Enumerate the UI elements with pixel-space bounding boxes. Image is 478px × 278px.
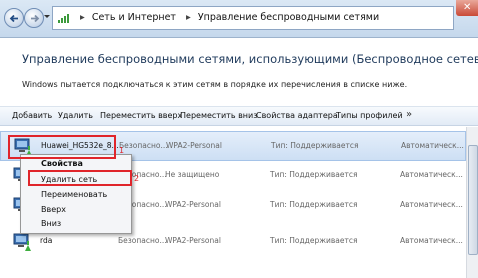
network-mode: Автоматическ... bbox=[400, 236, 463, 245]
network-mode: Автоматическ... bbox=[400, 170, 463, 179]
menu-item-rename[interactable]: Переименовать bbox=[41, 190, 107, 199]
close-icon: ✕ bbox=[463, 2, 472, 13]
network-type: Тип: Поддерживается bbox=[271, 141, 359, 150]
forward-arrow-icon bbox=[31, 14, 40, 23]
network-type: Тип: Поддерживается bbox=[270, 200, 358, 209]
remove-button[interactable]: Удалить bbox=[58, 111, 93, 120]
context-menu: Свойства Удалить сеть Переименовать Ввер… bbox=[20, 154, 132, 234]
page-title: Управление беспроводными сетями, использ… bbox=[22, 52, 478, 66]
network-type: Тип: Поддерживается bbox=[270, 236, 358, 245]
annotation-box-network bbox=[8, 135, 116, 159]
network-name: rda bbox=[40, 236, 53, 245]
profile-types-button[interactable]: Типы профилей bbox=[336, 111, 403, 120]
breadcrumb-item-manage-wireless[interactable]: Управление беспроводными сетями bbox=[198, 12, 379, 23]
move-down-button[interactable]: Переместить вниз bbox=[180, 111, 257, 120]
back-arrow-icon bbox=[9, 14, 18, 23]
add-button[interactable]: Добавить bbox=[12, 111, 52, 120]
manage-wireless-networks-window: ▸ Сеть и Интернет ▸ Управление беспровод… bbox=[0, 0, 478, 278]
network-auth: WPA2-Personal bbox=[165, 236, 221, 245]
toolbar-overflow-icon[interactable]: » bbox=[406, 109, 412, 120]
page-description: Windows пытается подключаться к этим сет… bbox=[22, 80, 408, 89]
network-auth: Не защищено bbox=[165, 170, 220, 179]
scrollbar-thumb[interactable] bbox=[468, 145, 478, 255]
network-folder-icon bbox=[58, 14, 69, 23]
network-mode: Автоматическ... bbox=[401, 141, 464, 150]
annotation-marker-2: 2 bbox=[134, 174, 140, 183]
breadcrumb-separator: ▸ bbox=[80, 12, 85, 23]
breadcrumb[interactable]: ▸ Сеть и Интернет ▸ Управление беспровод… bbox=[52, 6, 454, 30]
network-security: Безопасно... bbox=[119, 141, 168, 150]
menu-item-move-down[interactable]: Вниз bbox=[41, 219, 61, 228]
adapter-properties-button[interactable]: Свойства адаптера bbox=[256, 111, 338, 120]
network-auth: WPA2-Personal bbox=[166, 141, 222, 150]
wireless-network-icon bbox=[13, 233, 31, 251]
breadcrumb-separator: ▸ bbox=[186, 12, 191, 23]
menu-item-properties[interactable]: Свойства bbox=[41, 159, 83, 168]
vertical-scrollbar[interactable] bbox=[466, 127, 478, 278]
history-dropdown-icon[interactable] bbox=[44, 14, 50, 20]
back-button[interactable] bbox=[4, 8, 24, 28]
command-toolbar: Добавить Удалить Переместить вверх Перем… bbox=[0, 106, 478, 126]
network-security: Безопасно... bbox=[118, 236, 167, 245]
breadcrumb-item-network-internet[interactable]: Сеть и Интернет bbox=[92, 12, 176, 23]
annotation-box-delete bbox=[28, 170, 132, 186]
address-bar: ▸ Сеть и Интернет ▸ Управление беспровод… bbox=[0, 0, 478, 38]
close-button[interactable]: ✕ bbox=[456, 0, 478, 16]
network-auth: WPA2-Personal bbox=[165, 200, 221, 209]
network-type: Тип: Поддерживается bbox=[270, 170, 358, 179]
network-mode: Автоматическ... bbox=[400, 200, 463, 209]
menu-item-move-up[interactable]: Вверх bbox=[41, 205, 66, 214]
forward-button[interactable] bbox=[24, 8, 44, 28]
annotation-marker-1: 1 bbox=[119, 146, 125, 155]
move-up-button[interactable]: Переместить вверх bbox=[100, 111, 182, 120]
